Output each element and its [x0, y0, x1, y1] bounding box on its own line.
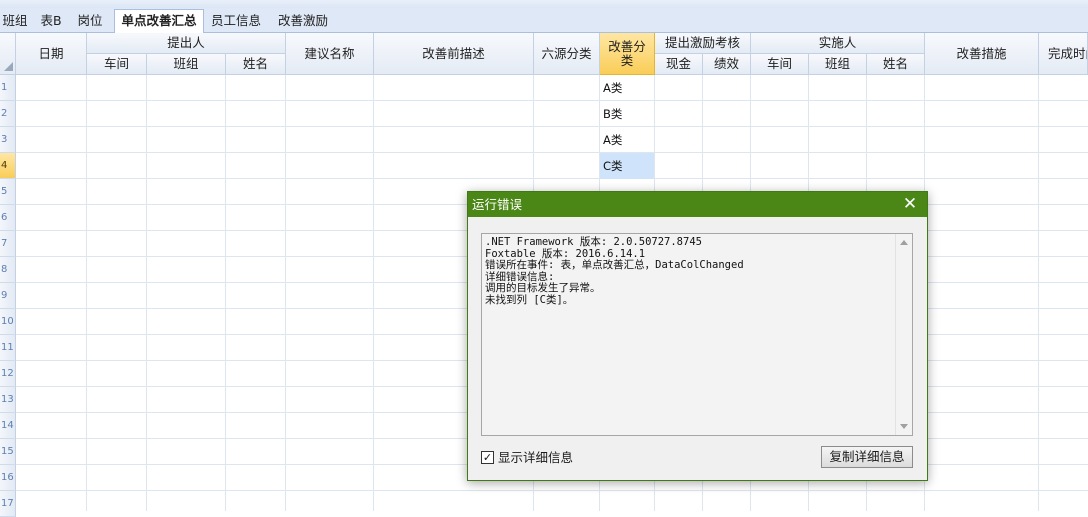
close-icon[interactable]: ✕ — [899, 193, 921, 215]
row-header[interactable]: 15 — [0, 439, 16, 465]
row-header[interactable]: 2 — [0, 101, 16, 127]
row-header[interactable]: 10 — [0, 309, 16, 335]
col-header-measures[interactable]: 改善措施 — [925, 33, 1039, 75]
grid-hline — [16, 126, 1088, 127]
grid-hline — [16, 490, 1088, 491]
cell-improve-class[interactable]: A类 — [600, 127, 654, 153]
select-all-corner[interactable] — [0, 33, 16, 75]
tab-single-point-summary[interactable]: 单点改善汇总 — [114, 9, 204, 33]
row-header[interactable]: 5 — [0, 179, 16, 205]
row-header-current[interactable]: 4 — [0, 153, 16, 179]
col-group-implementer: 实施人 — [751, 33, 925, 54]
grid-vline — [373, 75, 374, 511]
col-header-completion[interactable]: 完成时间 — [1039, 33, 1088, 75]
dialog-title: 运行错误 — [468, 192, 927, 217]
error-line: 调用的目标发生了异常。 — [485, 282, 601, 294]
row-header[interactable]: 14 — [0, 413, 16, 439]
col-header-before-desc[interactable]: 改善前描述 — [374, 33, 534, 75]
grid-hline — [16, 152, 1088, 153]
error-line: 未找到列 [C类]。 — [485, 293, 574, 306]
row-header[interactable]: 16 — [0, 465, 16, 491]
cell-improve-class[interactable]: B类 — [600, 101, 654, 127]
col-header-proposer-name[interactable]: 姓名 — [226, 54, 286, 75]
tab-employee-info[interactable]: 员工信息 — [208, 10, 264, 31]
show-details-checkbox[interactable]: ✓ — [481, 451, 494, 464]
col-header-impl-team[interactable]: 班组 — [809, 54, 867, 75]
col-group-incentive: 提出激励考核 — [655, 33, 751, 54]
col-group-proposer: 提出人 — [87, 33, 286, 54]
col-header-performance[interactable]: 绩效 — [703, 54, 751, 75]
col-header-improve-class[interactable]: 改善分类 — [600, 33, 655, 75]
col-header-impl-name[interactable]: 姓名 — [867, 54, 925, 75]
grid-hline — [16, 178, 1088, 179]
copy-details-button[interactable]: 复制详细信息 — [821, 446, 913, 468]
row-header[interactable]: 1 — [0, 75, 16, 101]
cell-improve-class-selected[interactable]: C类 — [600, 153, 654, 179]
tab-post[interactable]: 岗位 — [74, 10, 106, 31]
row-header[interactable]: 11 — [0, 335, 16, 361]
row-header[interactable]: 8 — [0, 257, 16, 283]
col-header-proposer-team[interactable]: 班组 — [147, 54, 226, 75]
grid-vline — [1038, 75, 1039, 511]
grid-vline — [285, 75, 286, 511]
tab-table-b[interactable]: 表B — [36, 10, 66, 31]
row-header[interactable]: 6 — [0, 205, 16, 231]
textbox-scrollbar[interactable] — [895, 234, 912, 435]
col-header-cash[interactable]: 现金 — [655, 54, 703, 75]
select-all-triangle-icon — [4, 62, 13, 71]
cell-improve-class[interactable]: A类 — [600, 75, 654, 101]
error-details-textbox[interactable]: .NET Framework 版本: 2.0.50727.8745 Foxtab… — [481, 233, 913, 436]
scroll-up-icon[interactable] — [900, 240, 908, 245]
error-line: .NET Framework 版本: 2.0.50727.8745 — [485, 236, 702, 248]
row-header[interactable]: 3 — [0, 127, 16, 153]
grid-vline — [146, 75, 147, 511]
scroll-down-icon[interactable] — [900, 424, 908, 429]
tab-banzu[interactable]: 班组 — [0, 10, 30, 31]
col-header-date[interactable]: 日期 — [16, 33, 87, 75]
runtime-error-dialog: 运行错误 ✕ .NET Framework 版本: 2.0.50727.8745… — [467, 191, 928, 481]
col-header-proposal-name[interactable]: 建议名称 — [286, 33, 374, 75]
tab-improvement-incentive[interactable]: 改善激励 — [274, 10, 332, 31]
col-header-six-source[interactable]: 六源分类 — [534, 33, 600, 75]
error-line: 错误所在事件: 表，单点改善汇总，DataColChanged — [485, 259, 744, 271]
row-header[interactable]: 12 — [0, 361, 16, 387]
row-header[interactable]: 13 — [0, 387, 16, 413]
row-header[interactable]: 9 — [0, 283, 16, 309]
row-header[interactable]: 7 — [0, 231, 16, 257]
grid-vline — [225, 75, 226, 511]
grid-vline — [86, 75, 87, 511]
grid-hline — [16, 100, 1088, 101]
sheet-tab-bar: 班组 表B 岗位 单点改善汇总 员工信息 改善激励 — [0, 8, 1088, 33]
show-details-label[interactable]: 显示详细信息 — [498, 449, 573, 466]
col-header-impl-workshop[interactable]: 车间 — [751, 54, 809, 75]
row-header[interactable]: 17 — [0, 491, 16, 517]
col-header-proposer-workshop[interactable]: 车间 — [87, 54, 147, 75]
